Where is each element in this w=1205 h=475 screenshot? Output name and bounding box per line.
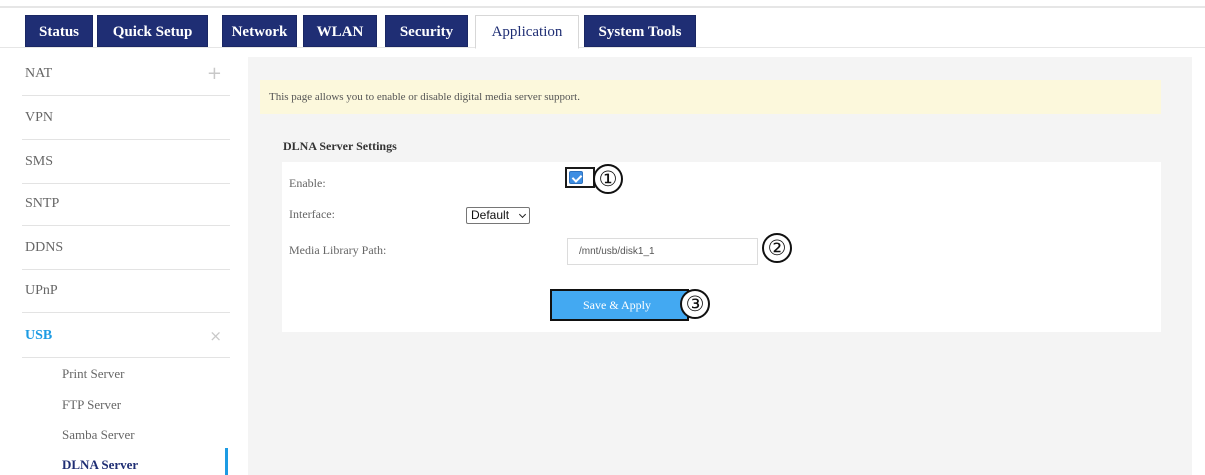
sidebar: NAT + VPN SMS SNTP DDNS UPnP USB × bbox=[22, 52, 230, 475]
sidebar-item-label: SMS bbox=[25, 154, 54, 169]
sidebar-item-label: DDNS bbox=[25, 240, 64, 255]
callout-2: ② bbox=[762, 233, 792, 263]
tab-system-tools[interactable]: System Tools bbox=[584, 15, 696, 47]
sidebar-item-label: NAT bbox=[25, 66, 53, 81]
tab-application[interactable]: Application bbox=[475, 15, 579, 49]
tab-network[interactable]: Network bbox=[222, 15, 297, 47]
chevron-down-icon bbox=[518, 210, 527, 219]
sidebar-item-nat[interactable]: NAT + bbox=[22, 52, 230, 96]
sidebar-subitem-print-server[interactable]: Print Server bbox=[62, 366, 124, 382]
sidebar-item-label: SNTP bbox=[25, 196, 60, 211]
callout-1: ① bbox=[593, 164, 623, 194]
sidebar-subitem-ftp-server[interactable]: FTP Server bbox=[62, 397, 121, 413]
main-tab-bar: Status Quick Setup Network WLAN Security… bbox=[0, 8, 1205, 49]
tab-wlan[interactable]: WLAN bbox=[303, 15, 377, 47]
interface-select[interactable]: Default bbox=[466, 207, 530, 224]
tab-quick-setup[interactable]: Quick Setup bbox=[97, 15, 208, 47]
sidebar-subitem-dlna-server[interactable]: DLNA Server bbox=[62, 457, 138, 473]
collapse-x-icon[interactable]: × bbox=[209, 314, 222, 358]
info-notice: This page allows you to enable or disabl… bbox=[260, 80, 1161, 114]
sidebar-subitem-samba-server[interactable]: Samba Server bbox=[62, 427, 135, 443]
sidebar-item-label: VPN bbox=[25, 110, 54, 125]
sidebar-item-vpn[interactable]: VPN bbox=[22, 96, 230, 140]
enable-label: Enable: bbox=[289, 176, 326, 190]
sidebar-item-ddns[interactable]: DDNS bbox=[22, 226, 230, 270]
tab-status[interactable]: Status bbox=[25, 15, 93, 47]
sidebar-item-label: UPnP bbox=[25, 283, 58, 298]
enable-checkbox[interactable] bbox=[569, 171, 583, 184]
interface-select-value: Default bbox=[471, 208, 510, 222]
save-apply-button[interactable]: Save & Apply bbox=[550, 289, 689, 321]
interface-label: Interface: bbox=[289, 207, 335, 221]
section-title: DLNA Server Settings bbox=[283, 139, 397, 153]
active-indicator bbox=[225, 448, 228, 475]
media-path-label: Media Library Path: bbox=[289, 243, 387, 257]
sidebar-item-upnp[interactable]: UPnP bbox=[22, 269, 230, 313]
callout-3: ③ bbox=[680, 289, 710, 319]
media-path-input[interactable]: /mnt/usb/disk1_1 bbox=[567, 238, 758, 265]
sidebar-item-sms[interactable]: SMS bbox=[22, 140, 230, 184]
expand-plus-icon[interactable]: + bbox=[207, 52, 222, 96]
sidebar-item-usb[interactable]: USB × bbox=[22, 314, 230, 358]
sidebar-item-sntp[interactable]: SNTP bbox=[22, 182, 230, 226]
sidebar-item-label: USB bbox=[25, 328, 53, 343]
tab-security[interactable]: Security bbox=[385, 15, 468, 47]
